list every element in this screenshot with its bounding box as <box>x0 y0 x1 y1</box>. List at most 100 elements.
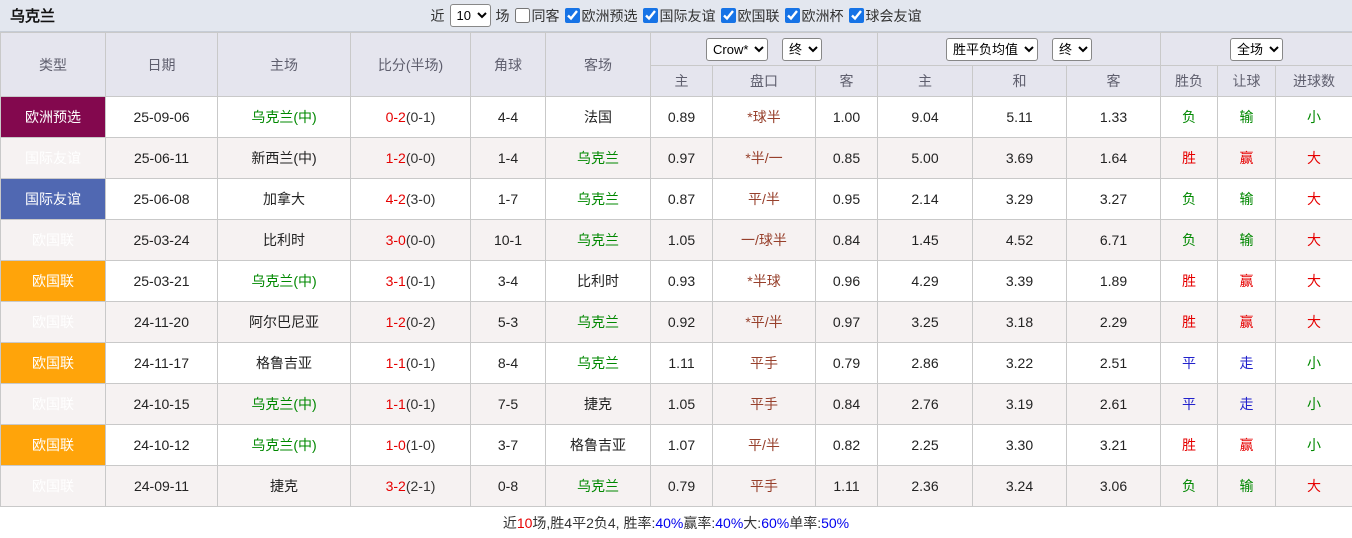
result-cell: 胜 <box>1161 425 1218 466</box>
goals-result-value: 大 <box>1307 478 1321 494</box>
league-checkbox[interactable] <box>721 8 736 23</box>
result-value: 平 <box>1182 355 1196 371</box>
match-type-cell: 欧国联 <box>1 425 106 466</box>
match-type-label: 欧国联 <box>32 273 74 289</box>
half-time-score: (0-1) <box>406 396 436 412</box>
corners-cell: 5-3 <box>471 302 546 343</box>
home-odds-value: 1.11 <box>668 355 694 371</box>
home-odds-cell: 1.05 <box>651 220 713 261</box>
away-odds-cell: 0.84 <box>816 220 878 261</box>
home-odds-value: 1.05 <box>668 232 695 248</box>
match-history-page: 乌克兰 近 10 场 同客 欧洲预选国际友谊欧国联欧洲杯球会友谊 类型 <box>0 0 1352 538</box>
match-row: 国际友谊25-06-11新西兰(中)1-2(0-0)1-4乌克兰0.97*半/一… <box>1 138 1352 179</box>
handicap-cell: 平手 <box>713 384 816 425</box>
match-type-cell: 国际友谊 <box>1 138 106 179</box>
avg-type-select[interactable]: 胜平负均值 <box>946 38 1038 61</box>
handicap-result-value: 输 <box>1240 478 1254 494</box>
avg-home-cell: 2.25 <box>878 425 973 466</box>
avg-draw-cell: 3.24 <box>973 466 1067 507</box>
league-filter-0[interactable]: 欧洲预选 <box>565 6 638 26</box>
matches-label: 场 <box>496 6 510 26</box>
match-date-cell: 24-09-11 <box>106 466 218 507</box>
avg-away-value: 1.64 <box>1100 150 1127 166</box>
corners-value: 1-7 <box>498 191 518 207</box>
same-away-checkbox[interactable] <box>515 8 530 23</box>
match-type-cell: 欧洲预选 <box>1 97 106 138</box>
avg-away-value: 6.71 <box>1100 232 1127 248</box>
col-header-home: 主场 <box>218 33 351 97</box>
home-odds-cell: 0.97 <box>651 138 713 179</box>
avg-draw-value: 3.69 <box>1006 150 1033 166</box>
home-team-cell: 乌克兰(中) <box>218 384 351 425</box>
corners-cell: 1-4 <box>471 138 546 179</box>
avg-draw-value: 3.22 <box>1006 355 1033 371</box>
away-team-name: 乌克兰 <box>577 150 619 166</box>
league-checkbox[interactable] <box>849 8 864 23</box>
result-cell: 负 <box>1161 97 1218 138</box>
league-checkbox[interactable] <box>643 8 658 23</box>
summary-part: 单率: <box>789 513 821 533</box>
sub-header-avg-draw: 和 <box>973 66 1067 97</box>
result-cell: 平 <box>1161 384 1218 425</box>
league-filter-3[interactable]: 欧洲杯 <box>785 6 844 26</box>
let-result-cell: 输 <box>1218 97 1276 138</box>
avg-home-value: 2.76 <box>911 396 938 412</box>
league-filter-4[interactable]: 球会友谊 <box>849 6 922 26</box>
goals-cell: 小 <box>1276 384 1352 425</box>
same-away-filter[interactable]: 同客 <box>515 6 560 26</box>
result-cell: 负 <box>1161 179 1218 220</box>
result-cell: 平 <box>1161 343 1218 384</box>
handicap-value: 平手 <box>750 478 778 494</box>
away-odds-value: 0.85 <box>833 150 860 166</box>
home-odds-cell: 1.11 <box>651 343 713 384</box>
result-cell: 负 <box>1161 466 1218 507</box>
avg-home-value: 2.14 <box>911 191 938 207</box>
odds-group-header: Crow* 终 <box>651 33 878 66</box>
goals-cell: 大 <box>1276 179 1352 220</box>
matches-table: 类型 日期 主场 比分(半场) 角球 客场 Crow* 终 <box>0 32 1352 507</box>
match-date-cell: 24-11-20 <box>106 302 218 343</box>
half-time-score: (0-0) <box>406 232 436 248</box>
avg-time-select[interactable]: 终 <box>1052 38 1092 61</box>
odds-company-select[interactable]: Crow* <box>706 38 768 61</box>
full-time-score: 0-2 <box>386 109 406 125</box>
sub-header-handicap: 盘口 <box>713 66 816 97</box>
half-time-score: (2-1) <box>406 478 436 494</box>
league-checkbox[interactable] <box>785 8 800 23</box>
away-odds-cell: 0.96 <box>816 261 878 302</box>
avg-away-cell: 1.33 <box>1067 97 1161 138</box>
corners-cell: 3-7 <box>471 425 546 466</box>
league-filter-2[interactable]: 欧国联 <box>721 6 780 26</box>
handicap-result-value: 走 <box>1240 355 1254 371</box>
summary-part: 60% <box>761 515 789 531</box>
match-row: 欧国联24-10-15乌克兰(中)1-1(0-1)7-5捷克1.05平手0.84… <box>1 384 1352 425</box>
match-date: 25-03-24 <box>133 232 189 248</box>
avg-home-value: 1.45 <box>911 232 938 248</box>
match-type-label: 欧国联 <box>32 478 74 494</box>
avg-draw-value: 3.29 <box>1006 191 1033 207</box>
full-time-score: 3-0 <box>386 232 406 248</box>
summary-part: 赢率: <box>683 513 715 533</box>
avg-away-cell: 1.64 <box>1067 138 1161 179</box>
handicap-value: 平/半 <box>748 437 780 453</box>
result-value: 负 <box>1182 109 1196 125</box>
home-team-name: 加拿大 <box>263 191 305 207</box>
odds-time-select[interactable]: 终 <box>782 38 822 61</box>
corners-value: 8-4 <box>498 355 518 371</box>
full-time-score: 1-2 <box>386 150 406 166</box>
home-team-name: 捷克 <box>270 478 298 494</box>
league-filter-1[interactable]: 国际友谊 <box>643 6 716 26</box>
summary-line: 近10场,胜4平2负4, 胜率:40% 赢率:40% 大:60% 单率:50% <box>0 507 1352 538</box>
match-date: 24-11-17 <box>134 355 189 371</box>
same-away-label: 同客 <box>532 6 560 26</box>
result-value: 胜 <box>1182 437 1196 453</box>
sub-header-goals: 进球数 <box>1276 66 1352 97</box>
avg-away-cell: 1.89 <box>1067 261 1161 302</box>
avg-home-cell: 4.29 <box>878 261 973 302</box>
recent-count-select[interactable]: 10 <box>450 4 491 27</box>
score-cell: 3-1(0-1) <box>351 261 471 302</box>
league-checkbox[interactable] <box>565 8 580 23</box>
period-select[interactable]: 全场 <box>1230 38 1283 61</box>
avg-away-cell: 2.29 <box>1067 302 1161 343</box>
corners-cell: 3-4 <box>471 261 546 302</box>
